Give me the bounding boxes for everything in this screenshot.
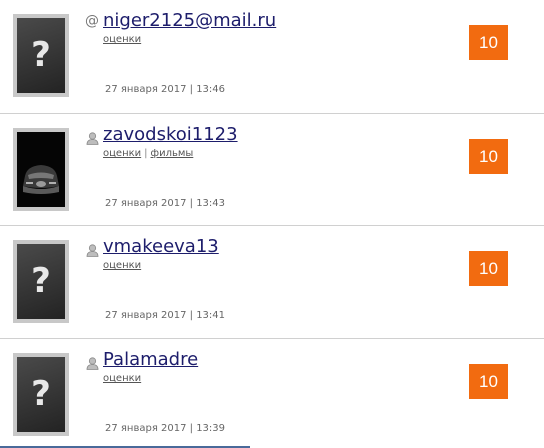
rating-date: 27 января 2017 | 13:46: [105, 84, 226, 95]
score-badge: 10: [469, 364, 508, 399]
profile-links: оценки | фильмы: [103, 148, 193, 160]
username-link[interactable]: Palamadre: [103, 348, 198, 372]
avatar-photo[interactable]: [13, 128, 69, 211]
user-icon: [86, 244, 99, 257]
rating-date: 27 января 2017 | 13:39: [105, 423, 226, 434]
question-mark-icon: ?: [31, 261, 51, 301]
ratings-link[interactable]: оценки: [103, 148, 141, 159]
score-badge: 10: [469, 25, 508, 60]
score-badge: 10: [469, 251, 508, 286]
rating-date: 27 января 2017 | 13:41: [105, 310, 226, 321]
avatar-placeholder[interactable]: ?: [13, 14, 69, 97]
ratings-link[interactable]: оценки: [103, 260, 141, 271]
link-separator: |: [144, 148, 148, 159]
score-badge: 10: [469, 139, 508, 174]
user-icon: [86, 357, 99, 370]
profile-links: оценки: [103, 34, 141, 46]
list-item: zavodskoi1123 оценки | фильмы 27 января 20…: [0, 114, 544, 226]
list-item: ? @ niger2125@mail.ru оценки 27 января 2…: [0, 0, 544, 112]
question-mark-icon: ?: [31, 374, 51, 414]
list-item: ? vmakeeva13 оценки 27 января 2017 | 13:…: [0, 226, 544, 338]
avatar-placeholder[interactable]: ?: [13, 240, 69, 323]
username-link[interactable]: niger2125@mail.ru: [103, 9, 276, 33]
car-photo-icon: [17, 132, 65, 207]
profile-links: оценки: [103, 373, 141, 385]
at-sign-icon: @: [85, 13, 99, 29]
ratings-link[interactable]: оценки: [103, 34, 141, 45]
username-link[interactable]: vmakeeva13: [103, 235, 219, 259]
username-link[interactable]: zavodskoi1123: [103, 123, 238, 147]
list-item: ? Palamadre оценки 27 января 2017 | 13:3…: [0, 339, 544, 448]
films-link[interactable]: фильмы: [151, 148, 194, 159]
avatar-placeholder[interactable]: ?: [13, 353, 69, 436]
question-mark-icon: ?: [31, 35, 51, 75]
profile-links: оценки: [103, 260, 141, 272]
user-ratings-list: ? @ niger2125@mail.ru оценки 27 января 2…: [0, 0, 544, 448]
rating-date: 27 января 2017 | 13:43: [105, 198, 226, 209]
user-icon: [86, 132, 99, 145]
ratings-link[interactable]: оценки: [103, 373, 141, 384]
